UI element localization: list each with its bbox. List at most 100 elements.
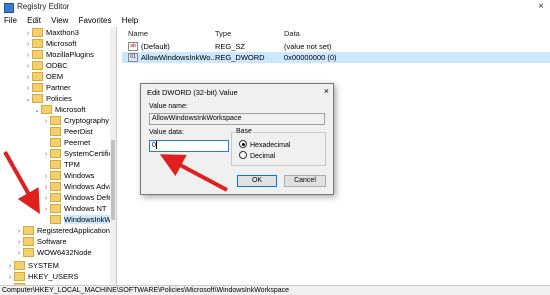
tree-item-label: TPM bbox=[64, 160, 80, 169]
folder-icon bbox=[50, 115, 61, 125]
tree-item-label: PeerDist bbox=[64, 127, 93, 136]
tree-item-cryptography[interactable]: › Cryptography bbox=[42, 115, 109, 126]
decimal-radio[interactable]: Decimal bbox=[239, 151, 276, 160]
tree-scrollbar-thumb[interactable] bbox=[111, 140, 115, 220]
menu-edit[interactable]: Edit bbox=[23, 14, 45, 25]
tree-item-peernet[interactable]: Peernet bbox=[42, 137, 90, 148]
tree-item-label: Microsoft bbox=[55, 105, 86, 114]
folder-icon bbox=[41, 104, 52, 114]
registry-tree[interactable]: › Maxthon3 › Microsoft › MozillaPlugins › ODBC ›… bbox=[0, 27, 117, 285]
value-data-label: Value data: bbox=[149, 129, 184, 136]
text-caret bbox=[155, 141, 157, 150]
tree-item-label: ODBC bbox=[46, 61, 68, 70]
tree-item-wow6432node[interactable]: › WOW6432Node bbox=[15, 247, 92, 258]
tree-item-microsoft[interactable]: ⌄ Microsoft bbox=[33, 104, 85, 115]
value-data-input[interactable]: 0 bbox=[149, 140, 229, 152]
folder-icon bbox=[32, 82, 43, 92]
ok-button[interactable]: OK bbox=[237, 175, 277, 187]
folder-icon bbox=[23, 225, 34, 235]
tree-item-label: HKEY_USERS bbox=[28, 272, 79, 281]
cancel-button[interactable]: Cancel bbox=[284, 175, 326, 187]
value-data: (value not set) bbox=[284, 42, 332, 51]
tree-item-tpm[interactable]: TPM bbox=[42, 159, 80, 170]
folder-icon bbox=[23, 236, 34, 246]
expanded-chevron-icon[interactable]: ⌄ bbox=[24, 94, 32, 105]
tree-item-system[interactable]: › SYSTEM bbox=[6, 260, 59, 271]
tree-item-maxthon3[interactable]: › Maxthon3 bbox=[24, 27, 79, 38]
menu-favorites[interactable]: Favorites bbox=[75, 14, 116, 25]
folder-icon bbox=[32, 60, 43, 70]
value-type: REG_SZ bbox=[215, 42, 246, 51]
dialog-title: Edit DWORD (32-bit) Value bbox=[147, 88, 238, 97]
tree-item-microsoft[interactable]: › Microsoft bbox=[24, 38, 76, 49]
menu-file[interactable]: File bbox=[0, 14, 21, 25]
value-row-default[interactable]: ab (Default) REG_SZ (value not set) bbox=[122, 41, 550, 52]
tree-item-software[interactable]: › Software bbox=[15, 236, 67, 247]
hexadecimal-radio[interactable]: Hexadecimal bbox=[239, 140, 290, 149]
folder-icon bbox=[32, 38, 43, 48]
folder-icon bbox=[50, 148, 61, 158]
title-bar: Registry Editor × bbox=[0, 0, 550, 14]
tree-item-partner[interactable]: › Partner bbox=[24, 82, 71, 93]
expanded-chevron-icon[interactable]: ⌄ bbox=[33, 105, 41, 116]
folder-icon bbox=[32, 71, 43, 81]
window-title: Registry Editor bbox=[17, 2, 70, 11]
column-header-name[interactable]: Name bbox=[128, 29, 148, 39]
tree-item-policies[interactable]: ⌄ Policies bbox=[24, 93, 72, 104]
window-close-button[interactable]: × bbox=[532, 0, 550, 14]
tree-item-peerdist[interactable]: PeerDist bbox=[42, 126, 93, 137]
menu-help[interactable]: Help bbox=[118, 14, 142, 25]
decimal-label: Decimal bbox=[250, 152, 276, 160]
menu-bar: File Edit View Favorites Help bbox=[0, 14, 550, 27]
column-header-data[interactable]: Data bbox=[284, 29, 300, 39]
tree-item-label: OEM bbox=[46, 72, 64, 81]
tree-item-mozillaplugins[interactable]: › MozillaPlugins bbox=[24, 49, 94, 60]
tree-item-oem[interactable]: › OEM bbox=[24, 71, 63, 82]
tree-item-label: Partner bbox=[46, 83, 71, 92]
value-type: REG_DWORD bbox=[215, 53, 265, 62]
collapsed-chevron-icon[interactable]: › bbox=[15, 248, 23, 259]
radio-selected-icon bbox=[239, 140, 247, 148]
base-label: Base bbox=[235, 128, 253, 135]
value-row-allowwindowsinkworkspace[interactable]: 01 AllowWindowsInkWo... REG_DWORD 0x00000… bbox=[122, 52, 550, 63]
folder-icon bbox=[14, 260, 25, 270]
folder-icon bbox=[14, 271, 25, 281]
tree-item-windows-defender[interactable]: ›Windows Defender bbox=[42, 192, 116, 203]
folder-icon bbox=[50, 126, 61, 136]
folder-icon bbox=[50, 170, 61, 180]
tree-item-label: Windows NT bbox=[64, 204, 107, 213]
column-header-type[interactable]: Type bbox=[215, 29, 231, 39]
tree-item-label: RegisteredApplications bbox=[37, 226, 114, 235]
tree-item-label: SYSTEM bbox=[28, 261, 59, 270]
tree-item-hkey-users[interactable]: › HKEY_USERS bbox=[6, 271, 78, 282]
tree-item-label: Cryptography bbox=[64, 116, 110, 125]
value-name: AllowWindowsInkWo... bbox=[141, 53, 217, 62]
tree-item-registeredapplications[interactable]: › RegisteredApplications bbox=[15, 225, 114, 236]
base-groupbox bbox=[231, 132, 326, 166]
folder-icon bbox=[50, 181, 61, 191]
folder-icon bbox=[23, 247, 34, 257]
folder-icon bbox=[50, 192, 61, 202]
tree-item-systemcertificates[interactable]: ›SystemCertificates bbox=[42, 148, 116, 159]
tree-item-windows[interactable]: › Windows bbox=[42, 170, 94, 181]
dialog-close-button[interactable]: × bbox=[324, 86, 329, 96]
folder-icon bbox=[32, 49, 43, 59]
folder-icon bbox=[50, 137, 61, 147]
value-data: 0x00000000 (0) bbox=[284, 53, 337, 62]
folder-icon bbox=[50, 214, 61, 224]
folder-icon bbox=[50, 159, 61, 169]
tree-item-odbc[interactable]: › ODBC bbox=[24, 60, 68, 71]
string-value-icon: ab bbox=[128, 41, 138, 51]
value-name-field[interactable]: AllowWindowsInkWorkspace bbox=[149, 113, 325, 125]
tree-item-windows-nt[interactable]: › Windows NT bbox=[42, 203, 107, 214]
folder-icon bbox=[50, 203, 61, 213]
menu-view[interactable]: View bbox=[47, 14, 72, 25]
tree-item-windowsinkworksp[interactable]: WindowsInkWorksp bbox=[42, 214, 116, 225]
value-name-label: Value name: bbox=[149, 103, 188, 110]
tree-item-label: Maxthon3 bbox=[46, 28, 79, 37]
dword-value-icon: 01 bbox=[128, 52, 138, 62]
folder-icon bbox=[32, 93, 43, 103]
tree-item-label: Policies bbox=[46, 94, 72, 103]
tree-item-windows-advanced[interactable]: ›Windows Advanced bbox=[42, 181, 116, 192]
registry-editor-icon bbox=[4, 3, 14, 13]
